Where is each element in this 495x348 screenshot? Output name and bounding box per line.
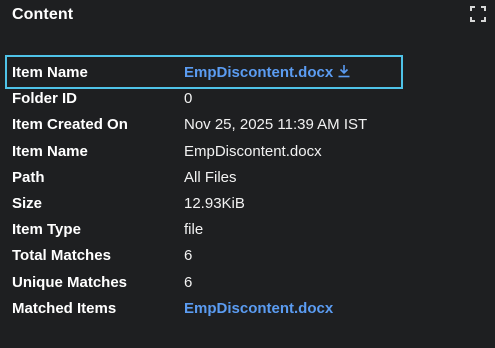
row-path: Path All Files [12,165,482,191]
row-label: Item Created On [12,116,128,134]
row-total-matches: Total Matches 6 [12,243,482,269]
row-label: Total Matches [12,247,111,265]
row-label: Unique Matches [12,273,128,291]
row-value: EmpDiscontent.docx [184,142,322,160]
row-item-created-on: Item Created On Nov 25, 2025 11:39 AM IS… [12,112,482,138]
row-size: Size 12.93KiB [12,191,482,217]
row-value: All Files [184,168,237,186]
row-label: Item Name [12,64,88,81]
panel-title: Content [12,6,74,23]
row-matched-items: Matched Items EmpDiscontent.docx [12,296,482,322]
expand-button[interactable] [469,5,487,23]
item-name-link-text[interactable]: EmpDiscontent.docx [184,64,333,81]
matched-item-link[interactable]: EmpDiscontent.docx [184,296,333,322]
row-unique-matches: Unique Matches 6 [12,270,482,296]
row-value: 6 [184,247,193,265]
row-label: Folder ID [12,90,78,108]
row-label: Item Type [12,221,81,239]
row-value: 12.93KiB [184,194,245,212]
download-icon[interactable] [337,64,351,78]
row-label: Item Name [12,142,88,160]
row-label: Size [12,194,43,212]
row-item-name: Item Name EmpDiscontent.docx [12,139,482,165]
properties-list: Item Name EmpDiscontent.docx Folder ID 0… [12,60,482,322]
row-folder-id: Folder ID 0 [12,86,482,112]
item-name-link[interactable]: EmpDiscontent.docx [184,60,351,86]
content-panel: Content Item Name EmpDiscontent.docx Fol… [0,0,495,348]
row-value: Nov 25, 2025 11:39 AM IST [184,116,368,134]
row-value: file [184,221,204,239]
row-item-name-link: Item Name EmpDiscontent.docx [12,60,482,86]
expand-icon [470,6,486,22]
row-label: Path [12,168,45,186]
row-value: 6 [184,273,193,291]
row-value: 0 [184,90,193,108]
row-item-type: Item Type file [12,217,482,243]
row-label: Matched Items [12,299,117,317]
